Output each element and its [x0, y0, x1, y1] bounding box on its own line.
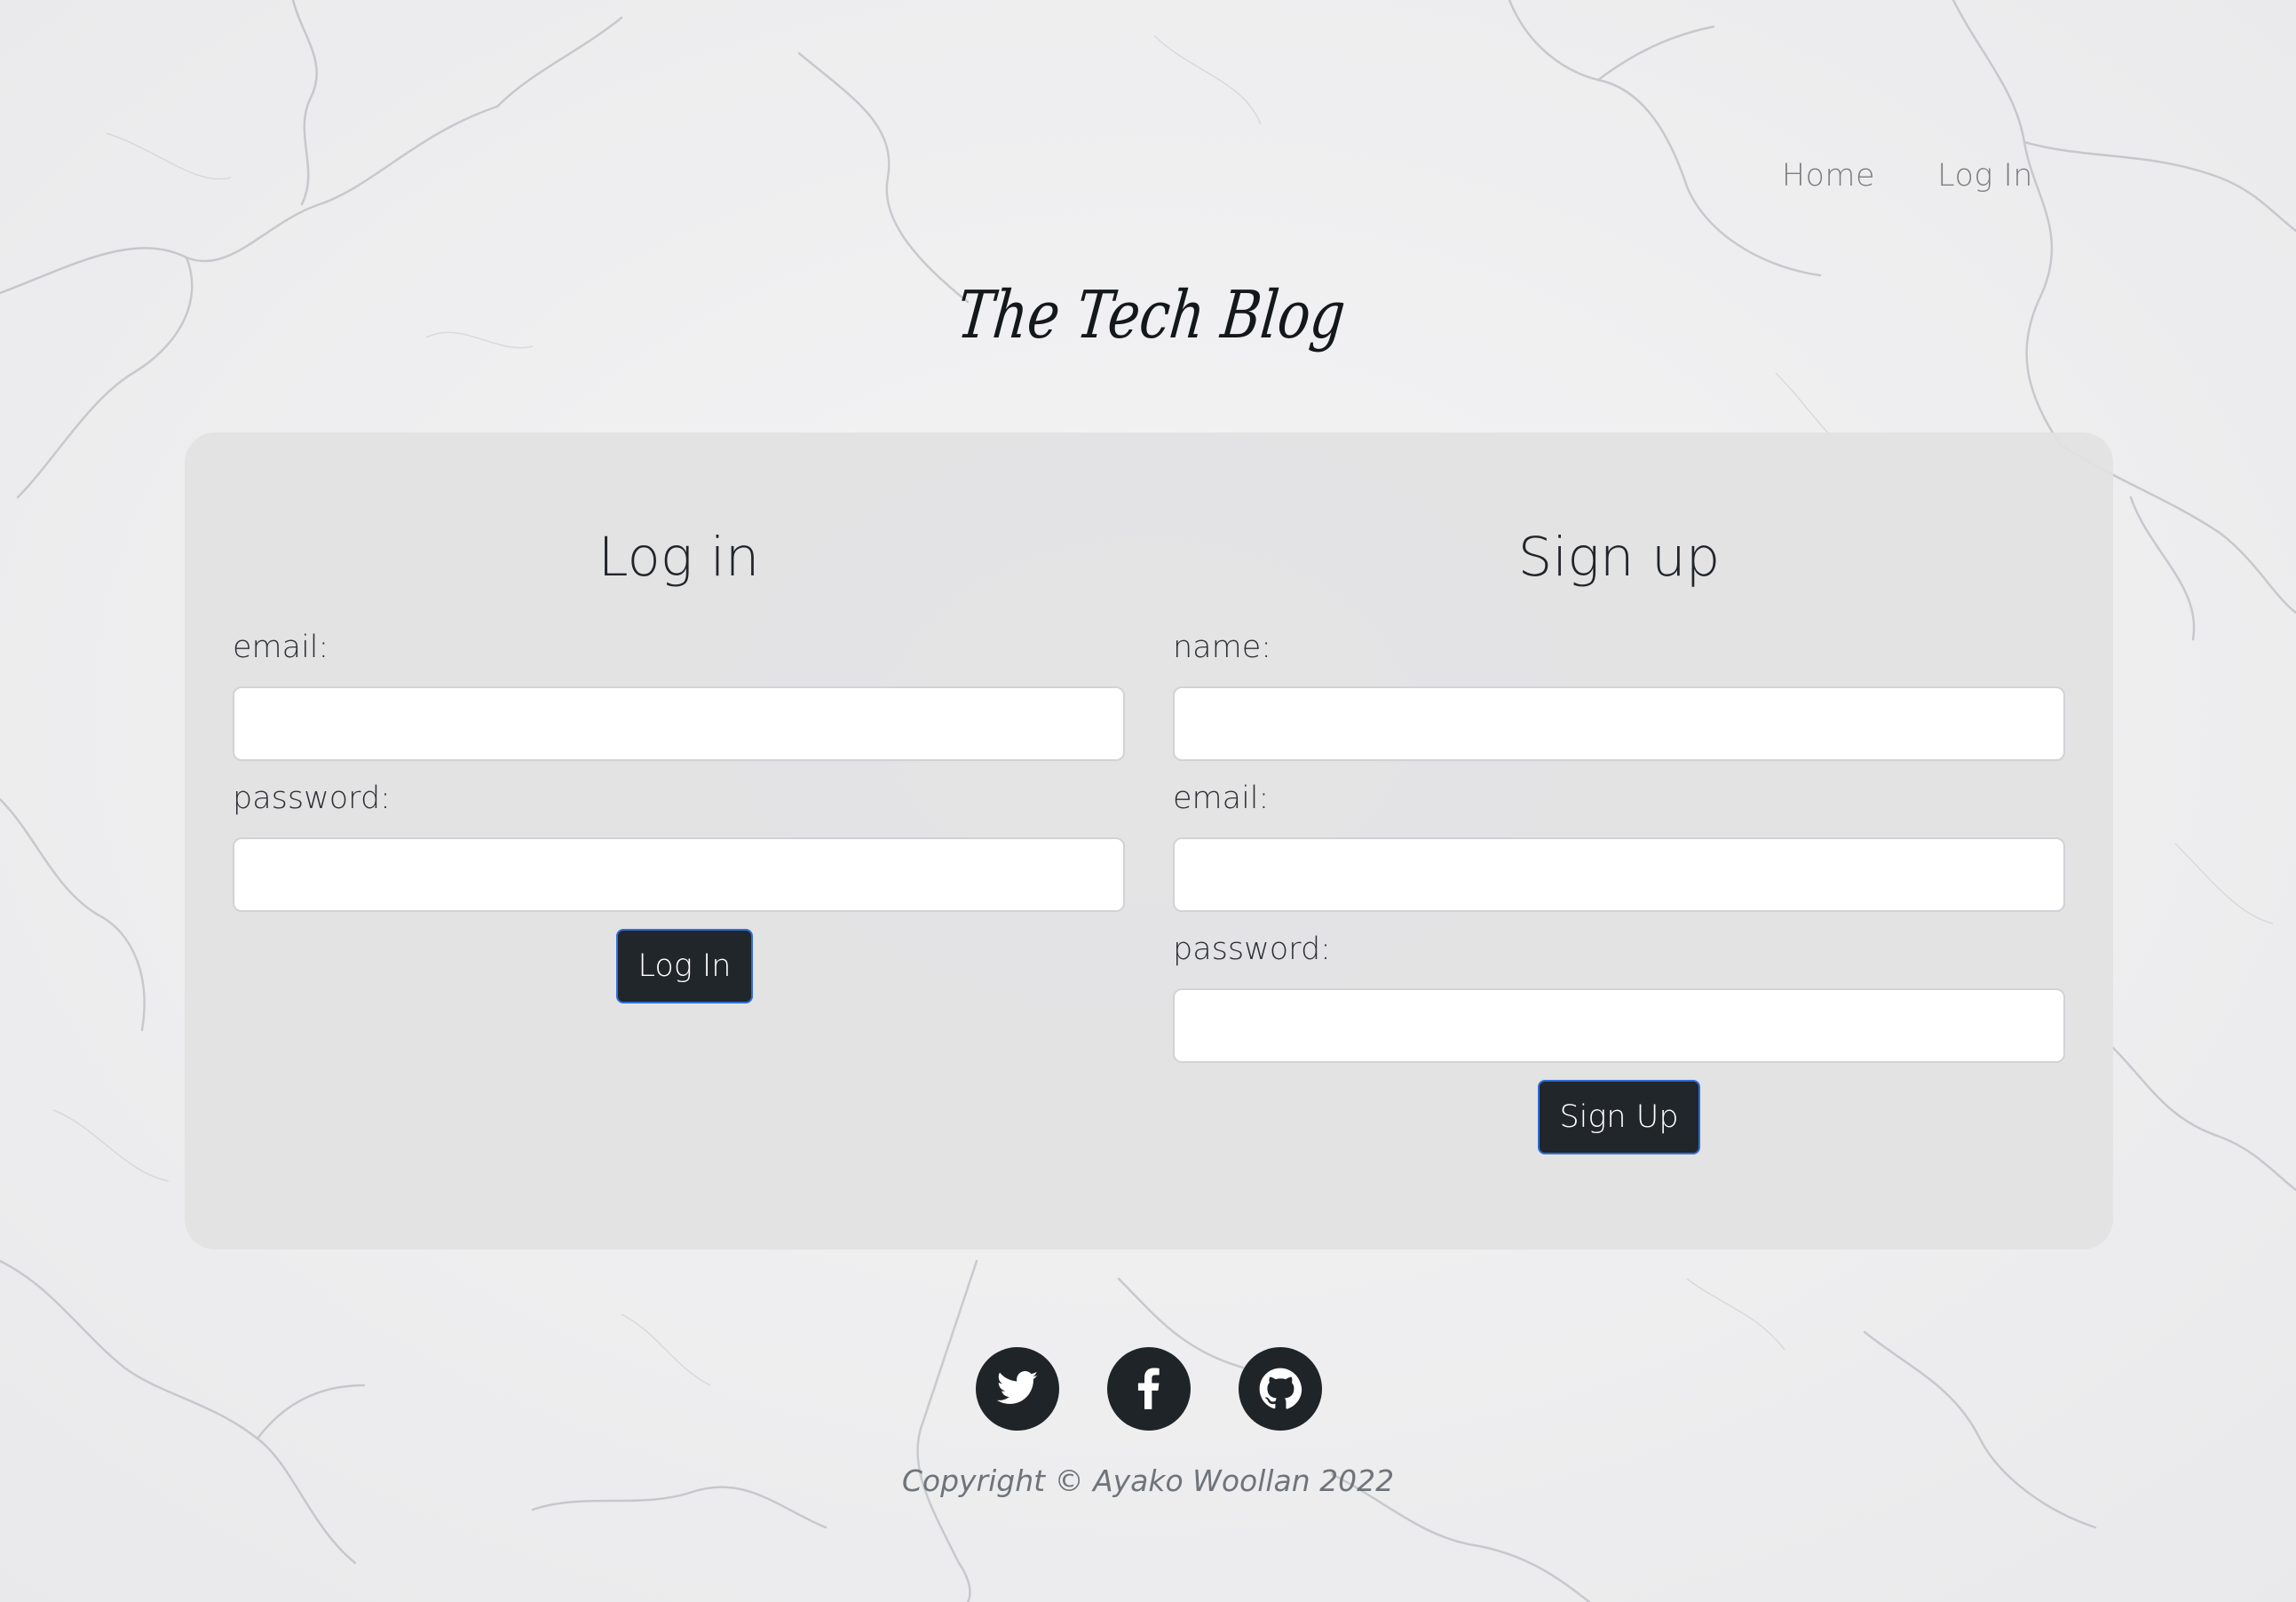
signup-email-input[interactable]	[1173, 837, 2065, 912]
signup-password-input[interactable]	[1173, 988, 2065, 1063]
signup-password-label: password:	[1173, 932, 1331, 967]
facebook-icon	[1137, 1368, 1160, 1409]
site-logo: The Tech Blog	[954, 253, 1358, 386]
login-password-input[interactable]	[233, 837, 1125, 912]
nav-login-link[interactable]: Log In	[1937, 158, 2033, 194]
login-heading: Log in	[598, 526, 760, 589]
login-email-label: email:	[233, 630, 329, 665]
site-logo-script: The Tech Blog	[954, 277, 1349, 353]
twitter-icon	[996, 1371, 1038, 1404]
top-nav: Home Log In	[1782, 158, 2033, 194]
signup-button[interactable]: Sign Up	[1538, 1080, 1700, 1154]
signup-name-label: name:	[1173, 630, 1272, 665]
facebook-link[interactable]	[1107, 1347, 1191, 1431]
login-email-input[interactable]	[233, 686, 1125, 761]
page: Home Log In The Tech Blog Log in email: …	[0, 0, 2296, 1602]
signup-name-input[interactable]	[1173, 686, 2065, 761]
nav-home-link[interactable]: Home	[1782, 158, 1875, 194]
signup-email-label: email:	[1173, 781, 1270, 816]
login-button[interactable]: Log In	[616, 929, 753, 1003]
auth-card: Log in email: password: Log In Sign up n…	[185, 432, 2113, 1249]
twitter-link[interactable]	[976, 1347, 1059, 1431]
social-links	[976, 1347, 1322, 1431]
github-link[interactable]	[1239, 1347, 1322, 1431]
login-password-label: password:	[233, 781, 391, 816]
site-logo-text: The Tech Blog	[954, 277, 1349, 353]
github-icon	[1259, 1368, 1302, 1409]
signup-heading: Sign up	[1517, 526, 1721, 589]
copyright-text: Copyright © Ayako Woollan 2022	[901, 1463, 1395, 1498]
